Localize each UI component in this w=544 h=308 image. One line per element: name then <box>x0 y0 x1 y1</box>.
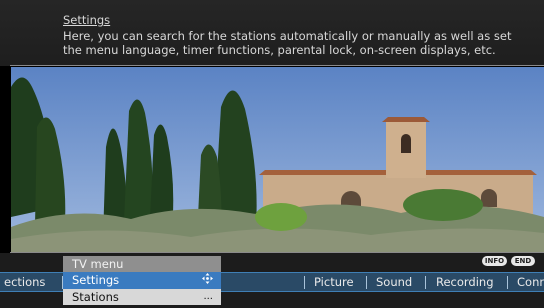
submenu-indicator: ... <box>203 291 213 302</box>
tab-sections[interactable]: ections <box>4 273 45 291</box>
menu-item-label: Settings <box>72 273 120 287</box>
tab-separator <box>507 276 508 289</box>
tv-menu-dropdown: TV menu Settings Stations ... <box>63 256 221 305</box>
background-photo <box>11 67 544 253</box>
frame-divider-top <box>10 65 544 66</box>
menu-item-stations[interactable]: Stations ... <box>63 289 221 305</box>
tab-separator <box>366 276 367 289</box>
tab-picture[interactable]: Picture <box>314 273 354 291</box>
end-key-badge[interactable]: END <box>511 256 535 266</box>
tab-separator <box>304 276 305 289</box>
menu-item-label: Stations <box>72 290 119 304</box>
tab-recording[interactable]: Recording <box>436 273 494 291</box>
menu-header: TV menu <box>63 256 221 272</box>
menu-item-settings[interactable]: Settings <box>63 272 221 289</box>
help-text: Here, you can search for the stations au… <box>63 29 512 57</box>
help-title: Settings <box>63 13 111 27</box>
tab-separator <box>425 276 426 289</box>
tab-connections[interactable]: Conn <box>517 273 544 291</box>
tab-sound[interactable]: Sound <box>376 273 412 291</box>
navigate-cross-icon <box>202 272 213 289</box>
info-key-badge[interactable]: INFO <box>482 256 507 266</box>
